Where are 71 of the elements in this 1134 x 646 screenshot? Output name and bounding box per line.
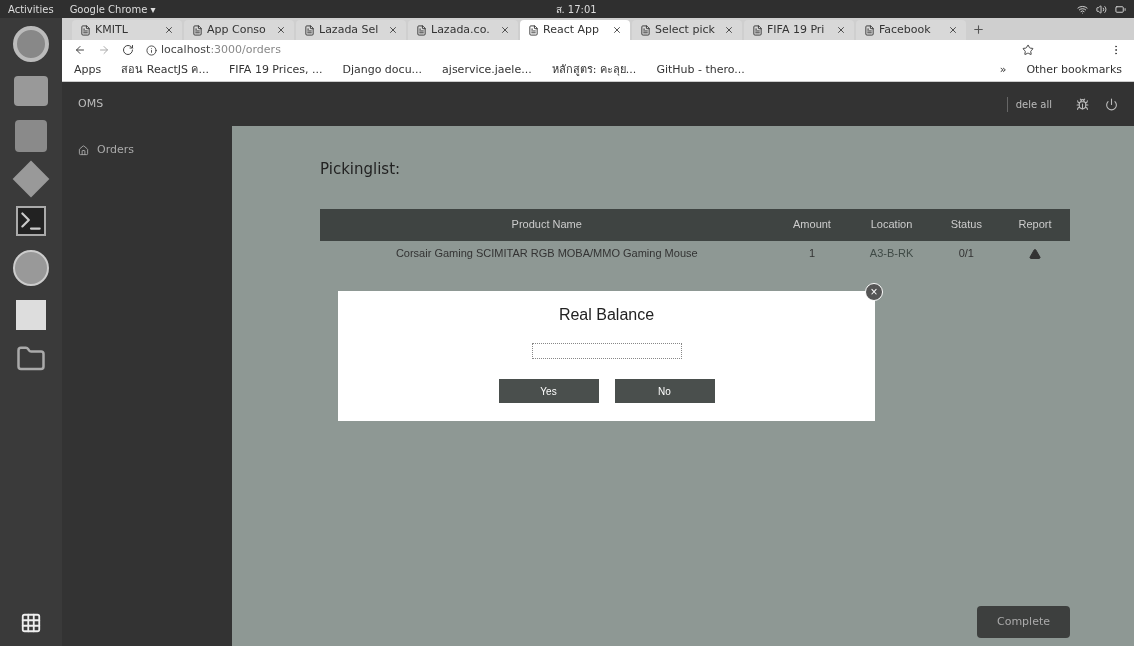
close-tab-icon[interactable] <box>612 25 622 35</box>
bug-icon[interactable] <box>1076 97 1089 111</box>
star-icon[interactable] <box>1022 44 1034 56</box>
browser-tab[interactable]: KMITL <box>72 20 182 40</box>
browser-tab[interactable]: Lazada Sel <box>296 20 406 40</box>
bookmark[interactable]: FIFA 19 Prices, ... <box>228 62 323 79</box>
page-icon <box>416 24 427 36</box>
delete-all-link[interactable]: dele all <box>1006 96 1052 112</box>
column-header: Amount <box>773 208 851 241</box>
warning-icon[interactable] <box>1029 248 1041 261</box>
reload-icon[interactable] <box>122 44 134 56</box>
table-cell: A3-B-RK <box>850 240 933 267</box>
column-header: Status <box>932 208 1000 241</box>
browser-tab[interactable]: Facebook <box>856 20 966 40</box>
new-tab-icon[interactable] <box>972 23 985 36</box>
close-tab-icon[interactable] <box>724 25 734 35</box>
bookmark[interactable]: Django docu... <box>342 62 423 79</box>
close-tab-icon[interactable] <box>388 25 398 35</box>
dialog-title: Real Balance <box>558 305 655 325</box>
bookmark[interactable]: หลักสูตร: คะลุย... <box>551 62 637 79</box>
app-grid-icon[interactable] <box>20 612 42 634</box>
bookmark[interactable]: GitHub - thero... <box>656 62 745 79</box>
page-icon <box>528 24 539 36</box>
page-icon <box>304 24 315 36</box>
page-icon <box>192 24 203 36</box>
input-field[interactable] <box>531 343 682 359</box>
close-tab-icon[interactable] <box>836 25 846 35</box>
close-tab-icon[interactable] <box>164 25 174 35</box>
nav-item[interactable]: Orders <box>78 142 232 159</box>
page-title: Pickinglist: <box>320 159 402 180</box>
dialog-button[interactable]: Yes <box>498 379 599 403</box>
column-header: Product Name <box>320 208 774 241</box>
table-cell: 1 <box>773 240 851 267</box>
table-cell: 0/1 <box>932 240 1000 267</box>
table-cell: Corsair Gaming SCIMITAR RGB MOBA/MMO Gaming Mouse <box>320 240 774 267</box>
back-icon[interactable] <box>74 44 86 56</box>
address-bar[interactable]: localhost:3000/orders <box>146 41 1010 59</box>
close-tab-icon[interactable] <box>276 25 286 35</box>
url-path: :3000/orders <box>210 41 281 58</box>
dialog-button[interactable]: No <box>614 379 715 403</box>
bookmark[interactable]: ajservice.jaele... <box>442 62 532 79</box>
browser-tab[interactable]: Select pick <box>632 20 742 40</box>
app-menu[interactable]: Google Chrome ▾ <box>69 1 156 17</box>
wifi-icon[interactable] <box>1077 3 1088 15</box>
column-header: Report <box>1000 208 1070 241</box>
column-header: Location <box>850 208 933 241</box>
close-tab-icon[interactable] <box>948 25 958 35</box>
browser-tab[interactable]: React App <box>520 20 630 40</box>
complete-button[interactable]: Complete <box>977 605 1070 638</box>
power-icon[interactable] <box>1105 97 1118 111</box>
browser-tab[interactable]: FIFA 19 Pri <box>744 20 854 40</box>
page-icon <box>864 24 875 36</box>
other-bookmarks[interactable]: Other bookmarks <box>1026 62 1122 79</box>
bookmarks-overflow[interactable]: » <box>999 62 1007 79</box>
close-tab-icon[interactable] <box>500 25 510 35</box>
brand[interactable]: OMS <box>78 95 104 113</box>
browser-tab[interactable]: App Conso <box>184 20 294 40</box>
page-icon <box>752 24 763 36</box>
info-icon <box>146 44 157 56</box>
volume-icon[interactable] <box>1096 3 1107 15</box>
home-icon <box>78 144 89 156</box>
page-icon <box>80 24 91 36</box>
battery-icon[interactable] <box>1115 3 1126 15</box>
url-host: localhost <box>161 41 211 58</box>
activities-label[interactable]: Activities <box>8 1 54 17</box>
bookmark[interactable]: สอน ReactJS ค... <box>121 62 209 79</box>
browser-tab[interactable]: Lazada.co. <box>408 20 518 40</box>
page-icon <box>640 24 651 36</box>
clock: ส. 17:01 <box>555 2 597 17</box>
bookmark[interactable]: Apps <box>74 62 102 79</box>
terminal-icon[interactable] <box>16 206 46 236</box>
